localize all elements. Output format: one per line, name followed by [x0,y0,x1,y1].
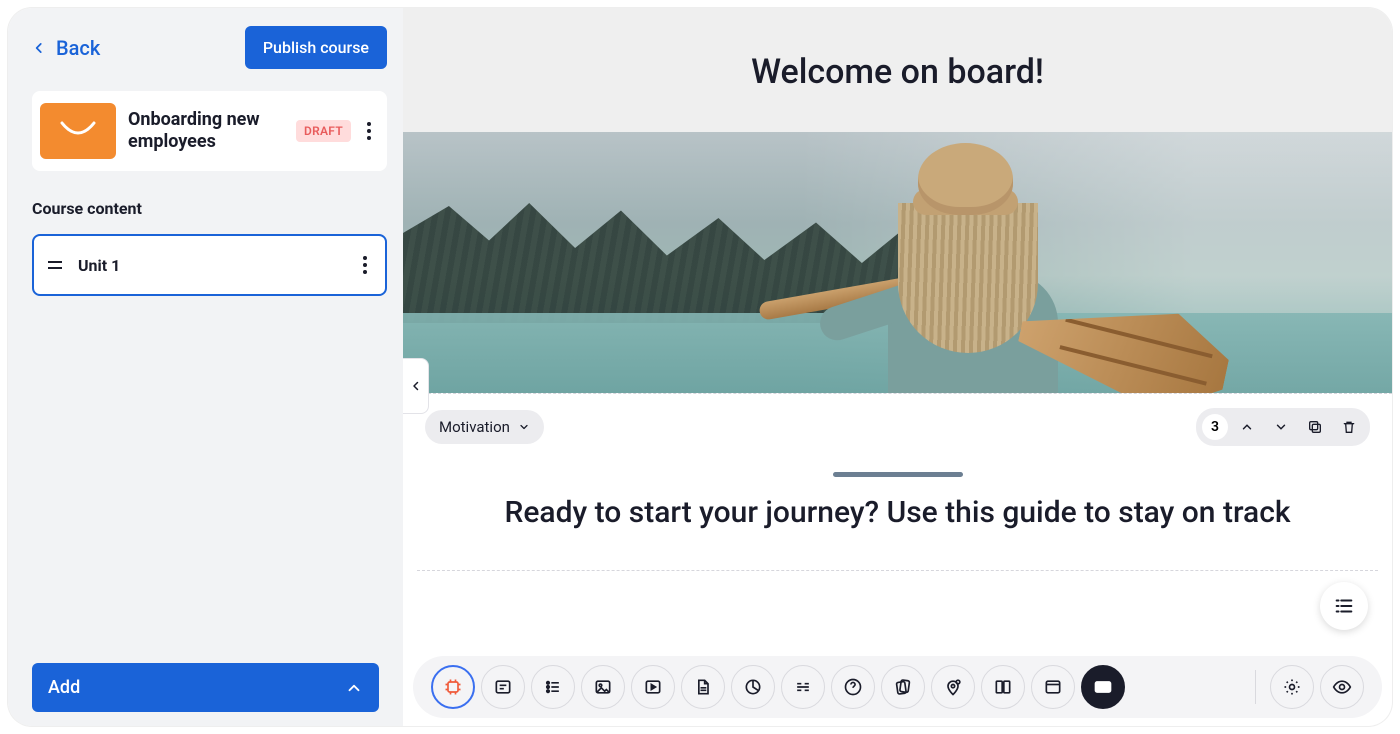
course-card[interactable]: Onboarding new employees DRAFT [32,91,387,171]
unit-menu-button[interactable] [359,252,371,278]
document-icon [693,677,713,697]
columns-icon [993,677,1013,697]
image-tool[interactable] [581,665,625,709]
page-title[interactable]: Welcome on board! [403,8,1392,132]
hero-image[interactable] [403,132,1392,393]
list-tool[interactable] [531,665,575,709]
back-label: Back [56,36,100,60]
list-icon [1333,595,1355,617]
video-tool[interactable] [631,665,675,709]
document-tool[interactable] [681,665,725,709]
block-separator [417,570,1378,571]
add-label: Add [48,677,80,698]
course-content-heading: Course content [32,199,387,218]
publish-button[interactable]: Publish course [245,26,387,69]
unit-label: Unit 1 [78,256,343,275]
course-thumbnail [40,103,116,159]
image-icon [593,677,613,697]
question-icon [843,677,863,697]
insert-toolbar [413,656,1382,718]
chevron-left-icon [32,41,46,55]
hotspot-tool[interactable] [931,665,975,709]
play-icon [1093,677,1113,697]
move-down-button[interactable] [1266,412,1296,442]
iframe-tool[interactable] [1031,665,1075,709]
drag-handle-icon[interactable] [48,261,62,269]
back-button[interactable]: Back [32,36,100,60]
text-icon [493,677,513,697]
move-up-button[interactable] [1232,412,1262,442]
chart-icon [743,677,763,697]
bullet-list-icon [543,677,563,697]
block-toolbar: Motivation 3 [403,393,1392,446]
toolbar-separator [1255,670,1256,704]
course-title: Onboarding new employees [128,109,284,154]
chevron-down-icon [518,421,530,433]
pin-icon [943,677,963,697]
outline-fab[interactable] [1320,582,1368,630]
ai-tool[interactable] [431,665,475,709]
video-icon [643,677,663,697]
chip-icon [443,677,463,697]
collapse-sidebar-button[interactable] [403,358,429,414]
sidebar-top-row: Back Publish course [32,26,387,69]
editor-canvas: Welcome on board! Motivation [403,8,1392,726]
preview-button[interactable] [1320,665,1364,709]
cards-icon [893,677,913,697]
app-frame: Back Publish course Onboarding new emplo… [8,8,1392,726]
block-controls: 3 [1196,408,1370,446]
duplicate-button[interactable] [1300,412,1330,442]
gear-icon [1282,677,1302,697]
text-tool[interactable] [481,665,525,709]
settings-button[interactable] [1270,665,1314,709]
divider-icon [793,677,813,697]
content-divider [833,472,963,477]
block-index: 3 [1202,414,1228,440]
columns-tool[interactable] [981,665,1025,709]
divider-tool[interactable] [781,665,825,709]
eye-icon [1332,677,1352,697]
chevron-left-icon [410,380,422,392]
add-button[interactable]: Add [32,663,379,712]
status-badge: DRAFT [296,120,351,142]
sidebar: Back Publish course Onboarding new emplo… [8,8,403,726]
course-menu-button[interactable] [363,118,375,144]
cards-tool[interactable] [881,665,925,709]
browser-icon [1043,677,1063,697]
unit-item[interactable]: Unit 1 [32,234,387,296]
subheading[interactable]: Ready to start your journey? Use this gu… [403,495,1392,570]
block-type-chip[interactable]: Motivation [425,410,544,444]
question-tool[interactable] [831,665,875,709]
embed-tool[interactable] [1081,665,1125,709]
chart-tool[interactable] [731,665,775,709]
block-type-label: Motivation [439,418,510,436]
chevron-up-icon [345,679,363,697]
delete-button[interactable] [1334,412,1364,442]
